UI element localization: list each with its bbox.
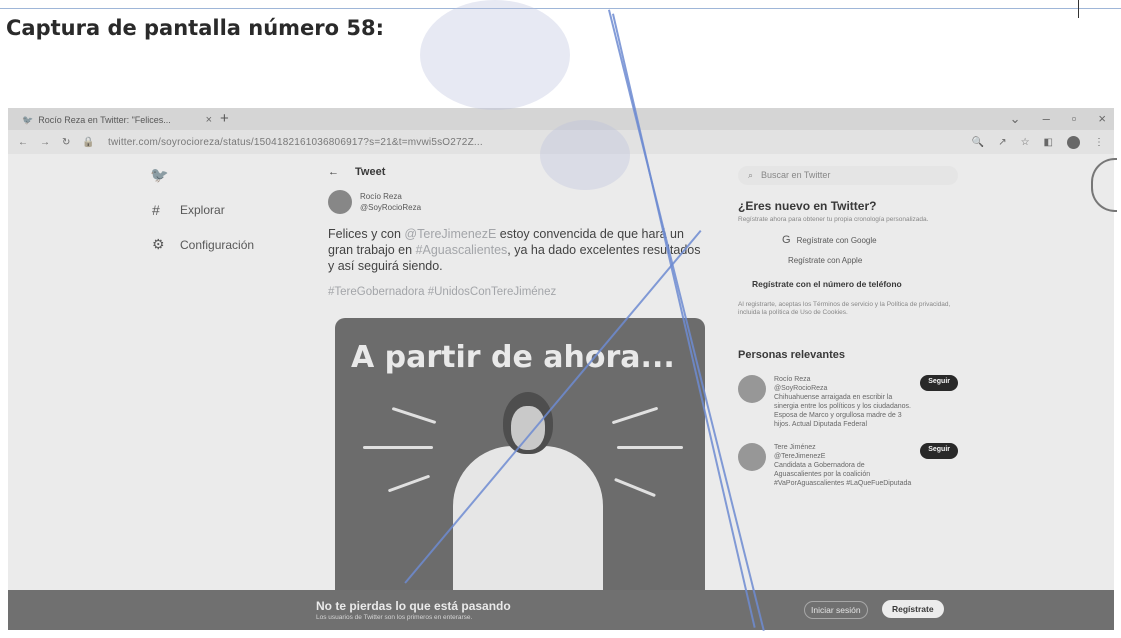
lock-icon: 🔒 [82,136,95,148]
profile-name: Tere Jiménez [774,444,816,451]
browser-tools: 🔍 ↗ ☆ ◧ ⋮ [972,135,1104,149]
banner-title: No te pierdas lo que está pasando [316,599,511,613]
minimize-icon[interactable]: – [1043,111,1050,127]
back-icon[interactable]: ← [18,137,28,148]
decor-dash [363,446,433,449]
avatar[interactable] [738,443,766,471]
profile-name: Rocío Reza [774,376,811,383]
forward-icon[interactable]: → [40,137,50,148]
hash-icon: # [152,202,160,218]
new-tab-icon[interactable]: + [220,110,229,127]
back-arrow-icon[interactable]: ← [328,166,339,178]
tweet-header-title: Tweet [355,166,386,178]
close-icon[interactable]: × [206,114,212,126]
profile-bio: Candidata a Gobernadora de Aguascaliente… [774,462,912,487]
hashtag-link[interactable]: #Aguascalientes [416,243,508,257]
page-heading: Captura de pantalla número 58: [6,16,385,40]
nav-buttons: ← → ↻ 🔒 [8,137,108,148]
embedded-screenshot: 🐦 Rocío Reza en Twitter: "Felices... × +… [8,108,1114,630]
mention-link[interactable]: @TereJimenezE [404,227,496,241]
stamp-mark [420,0,570,110]
tab-title: Rocío Reza en Twitter: "Felices... [38,115,171,125]
relevant-people-title: Personas relevantes [738,349,846,361]
chevron-down-icon[interactable]: ⌄ [1010,111,1021,127]
apple-signup-label: Regístrate con Apple [788,256,863,265]
gear-icon: ⚙ [152,236,165,252]
restore-icon[interactable]: ▫ [1072,111,1077,127]
nav-label: Configuración [180,237,255,252]
twitter-left-nav: 🐦 # Explorar ⚙ Configuración [142,166,254,253]
profile-card[interactable]: Rocío Reza @SoyRocioReza Chihuahuense ar… [738,375,958,429]
window-controls: ⌄ – ▫ × [1010,111,1106,127]
twitter-logo-icon[interactable]: 🐦 [150,166,254,184]
share-icon[interactable]: ↗ [998,137,1006,148]
zoom-icon[interactable]: 🔍 [972,137,984,148]
avatar[interactable] [328,190,352,214]
twitter-sidebar: ⌕ Buscar en Twitter ¿Eres nuevo en Twitt… [738,166,958,488]
url-field[interactable]: twitter.com/soyrocioreza/status/15041821… [108,137,483,148]
google-signup-button[interactable]: G Regístrate con Google [782,234,958,246]
google-signup-label: Regístrate con Google [796,235,877,245]
corner-line [1078,0,1079,18]
person-face [511,406,545,450]
phone-signup-button[interactable]: Regístrate con el número de teléfono [752,279,958,289]
twitter-icon: 🐦 [22,114,34,125]
close-window-icon[interactable]: × [1098,111,1106,127]
menu-icon[interactable]: ⋮ [1094,137,1104,148]
follow-button[interactable]: Seguir [920,443,958,459]
person-figure [453,446,603,608]
author-name: Rocío Reza [360,192,402,201]
terms-text: Al registrarte, aceptas los Términos de … [738,301,951,316]
browser-tab[interactable]: 🐦 Rocío Reza en Twitter: "Felices... × [22,112,212,128]
star-icon[interactable]: ☆ [1021,137,1030,148]
profile-card[interactable]: Tere Jiménez @TereJimenezE Candidata a G… [738,443,958,488]
nav-label: Explorar [180,203,225,217]
nav-item-configuracion[interactable]: ⚙ Configuración [152,236,254,253]
profile-avatar[interactable] [1067,135,1080,149]
tweet-author[interactable]: Rocío Reza @SoyRocioReza [328,190,708,214]
login-button[interactable]: Iniciar sesión [804,601,868,619]
google-icon: G [782,234,791,246]
profile-bio: Chihuahuense arraigada en escribir la si… [774,394,911,428]
tweet-image[interactable]: A partir de ahora... [335,318,705,608]
decor-dash [387,474,431,493]
search-input[interactable]: ⌕ Buscar en Twitter [738,166,958,185]
banner-subtitle: Los usuarios de Twitter son los primeros… [316,614,473,621]
nav-item-explorar[interactable]: # Explorar [152,202,254,218]
decor-dash [617,446,683,449]
decor-dash [614,477,656,498]
decor-dash [391,406,437,425]
follow-button[interactable]: Seguir [920,375,958,391]
signup-banner: No te pierdas lo que está pasando Los us… [8,590,1114,630]
search-icon: ⌕ [748,170,754,180]
profile-handle: @SoyRocioReza [774,385,828,392]
tweet-text: Felices y con @TereJimenezE estoy conven… [328,226,708,274]
apple-signup-button[interactable]: Regístrate con Apple [782,256,958,265]
signup-button[interactable]: Regístrate [882,600,944,618]
profile-handle: @TereJimenezE [774,453,826,460]
sidepanel-icon[interactable]: ◧ [1044,137,1053,148]
image-headline: A partir de ahora... [351,340,675,375]
avatar[interactable] [738,375,766,403]
new-to-twitter-sub: Regístrate ahora para obtener tu propia … [738,216,929,223]
top-rule [0,8,1121,9]
reload-icon[interactable]: ↻ [62,137,70,148]
tweet-text-part: Felices y con [328,227,405,241]
decor-dash [611,406,659,425]
author-handle: @SoyRocioReza [360,203,422,212]
new-to-twitter-title: ¿Eres nuevo en Twitter? [738,199,877,213]
stamp-mark [540,120,630,190]
search-placeholder: Buscar en Twitter [761,170,831,180]
